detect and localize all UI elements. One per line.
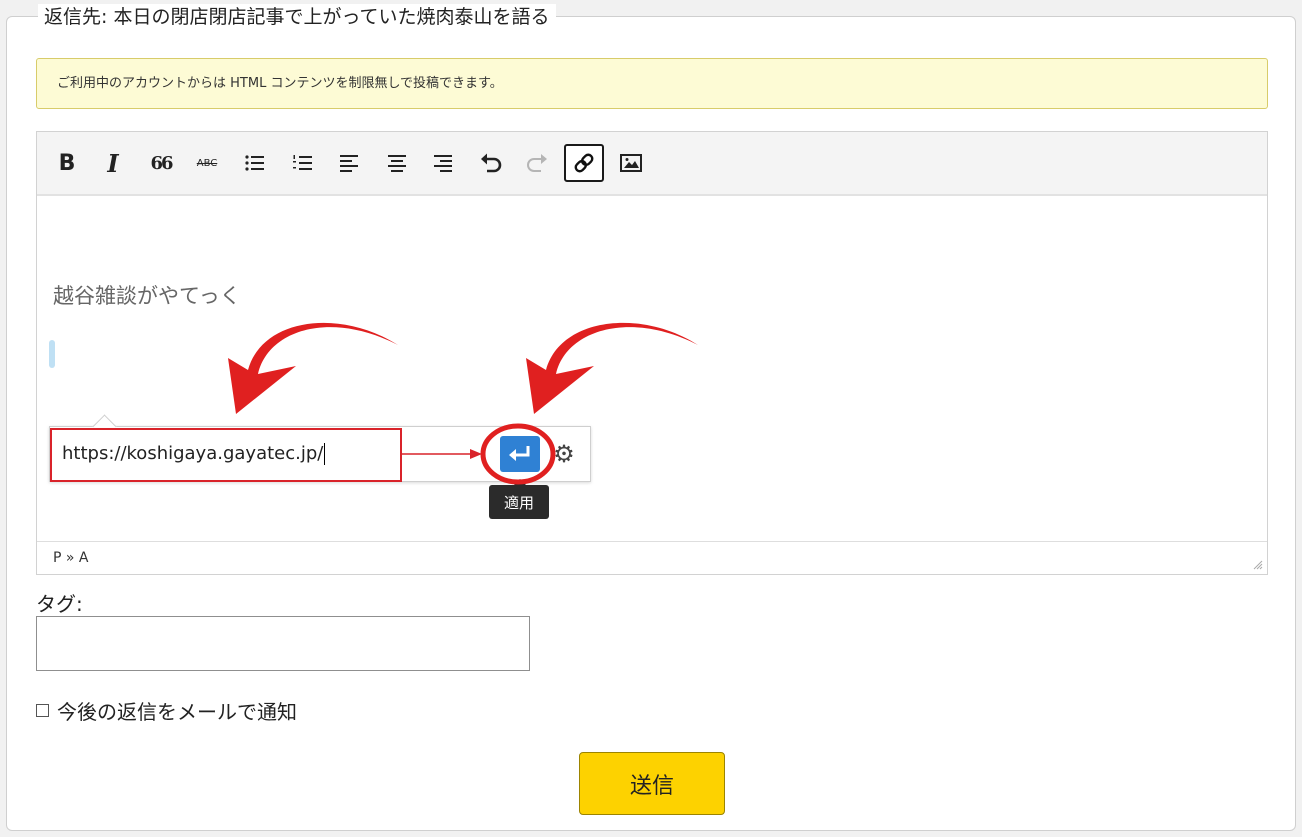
align-right-button[interactable] [423, 144, 463, 182]
numbered-list-icon [293, 155, 312, 170]
strikethrough-button[interactable]: ABC [187, 144, 227, 182]
blockquote-button[interactable]: 66 [141, 144, 181, 182]
align-center-icon [388, 155, 406, 172]
bold-button[interactable]: B [47, 144, 87, 182]
link-url-input[interactable]: https://koshigaya.gayatec.jp/ [50, 428, 402, 482]
gear-icon: ⚙ [553, 440, 575, 468]
link-url-value: https://koshigaya.gayatec.jp/ [62, 443, 324, 464]
apply-link-button[interactable] [500, 436, 540, 472]
italic-icon: I [107, 148, 119, 178]
insert-image-button[interactable] [611, 144, 651, 182]
align-center-button[interactable] [377, 144, 417, 182]
image-icon [620, 154, 642, 172]
align-right-icon [434, 155, 452, 172]
italic-button[interactable]: I [93, 144, 133, 182]
insert-link-button[interactable] [564, 144, 604, 182]
link-settings-button[interactable]: ⚙ [548, 438, 580, 470]
resize-handle-icon[interactable] [1251, 558, 1263, 570]
submit-button[interactable]: 送信 [579, 752, 725, 815]
undo-icon [481, 153, 502, 173]
align-left-button[interactable] [329, 144, 369, 182]
numbered-list-button[interactable] [283, 144, 323, 182]
element-path: P » A [53, 550, 89, 566]
link-icon [574, 153, 594, 173]
enter-arrow-icon [509, 446, 530, 461]
notify-label: 今後の返信をメールで通知 [57, 700, 297, 724]
bold-icon: B [58, 150, 76, 176]
input-caret [324, 443, 326, 465]
element-path-statusbar: P » A [37, 541, 1267, 574]
apply-tooltip: 適用 [489, 479, 549, 519]
tag-input[interactable] [36, 616, 530, 671]
bullet-list-button[interactable] [235, 144, 275, 182]
rich-text-editor: B I 66 ABC 越谷雑談がやてっく https://koshigaya.g… [36, 131, 1268, 575]
reply-target-legend: 返信先: 本日の閉店閉店記事で上がっていた焼肉泰山を語る [38, 4, 556, 30]
link-edit-popup: https://koshigaya.gayatec.jp/ ⚙ [49, 414, 591, 482]
editor-content-text[interactable]: 越谷雑談がやてっく [53, 280, 241, 310]
redo-button[interactable] [517, 144, 557, 182]
align-left-icon [340, 155, 358, 172]
strikethrough-icon: ABC [196, 157, 218, 169]
text-cursor-highlight [49, 340, 55, 368]
blockquote-icon: 66 [150, 152, 173, 174]
bullet-list-icon [245, 155, 264, 171]
notify-option[interactable]: 今後の返信をメールで通知 [36, 696, 297, 725]
tag-label: タグ: [36, 592, 83, 616]
redo-icon [527, 154, 547, 172]
editor-toolbar: B I 66 ABC [37, 132, 1267, 196]
html-permission-notice: ご利用中のアカウントからは HTML コンテンツを制限無しで投稿できます。 [36, 58, 1268, 109]
undo-button[interactable] [471, 144, 511, 182]
notify-checkbox[interactable] [36, 704, 49, 717]
